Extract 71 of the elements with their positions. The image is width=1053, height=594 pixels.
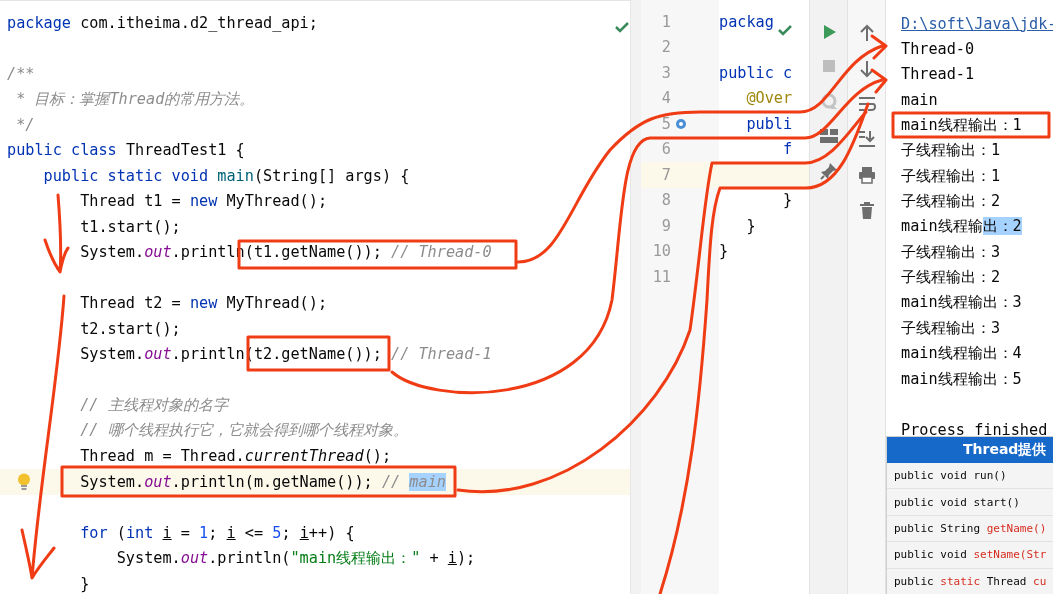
scrollbar[interactable] [630,0,641,594]
wrap-lines-icon[interactable] [857,96,876,112]
table-cell: public void run() [894,469,1007,483]
line-number: 8 [661,191,671,210]
code-line: System.out.println("main线程输出：" + i); [115,547,476,569]
checkmark-icon [614,21,630,33]
down-arrow-icon[interactable] [858,60,875,78]
scroll-to-end-icon[interactable] [857,130,876,148]
table-cell: public String getName() [894,521,1047,535]
code-line: } [719,242,729,261]
code-line: public c [719,63,793,82]
console-output-line: main线程输出：1 [901,114,1022,136]
console-output-line: 子线程输出：2 [901,190,1001,212]
code-line: t1.start(); [79,217,181,236]
code-line: packag [719,12,774,31]
console-output-line: D:\soft\Java\jdk- [901,14,1053,33]
code-line: f [782,140,793,159]
override-marker-icon[interactable] [675,117,687,130]
table-cell: public static Thread cu [894,574,1047,588]
table-title: Thread提供 [963,441,1047,459]
rerun-icon[interactable] [819,92,838,110]
code-line: /** [7,64,35,83]
line-number: 3 [661,63,671,82]
line-number: 11 [652,267,671,286]
code-line: System.out.println(m.getName()); // main [79,472,446,491]
line-number: 10 [652,242,671,261]
up-arrow-icon[interactable] [858,24,875,42]
line-number: 6 [661,140,671,159]
console-output-line: Process finished [901,420,1048,439]
console-output-line: Thread-0 [901,40,975,59]
code-line: * 目标：掌握Thread的常用方法。 [15,88,255,110]
code-line: } [782,191,793,210]
console-output-line: Thread-1 [901,65,975,84]
table-cell: public void setName(Str [894,548,1047,562]
code-line: } [745,216,756,235]
console-output-line: 子线程输出：1 [901,140,1001,162]
code-line: package com.itheima.d2_thread_api; [7,13,318,32]
code-line: // 哪个线程执行它，它就会得到哪个线程对象。 [79,420,408,442]
console-output-line: main线程输出：2 [901,216,1022,238]
code-line: Thread m = Thread.currentThread(); [79,447,392,466]
line-number: 4 [661,89,671,108]
code-line: Thread t1 = new MyThread(); [79,192,328,211]
code-line: Thread t2 = new MyThread(); [79,294,328,313]
console-output-line: main [901,90,938,109]
trash-icon[interactable] [858,202,875,220]
code-line: // 主线程对象的名字 [79,394,228,416]
print-icon[interactable] [857,166,876,184]
console-output-line: main线程输出：3 [901,292,1022,314]
pin-icon[interactable] [819,162,838,180]
code-line: publi [745,114,793,133]
console-output-line: main线程输出：4 [901,343,1022,365]
line-number: 5 [661,114,671,133]
console-output-line: main线程输出：5 [901,368,1022,390]
line-number: 1 [661,12,671,31]
line-number: 9 [661,216,671,235]
layout-icon[interactable] [818,128,839,144]
code-line: public class ThreadTest1 { [7,141,245,160]
console-output-line: 子线程输出：1 [901,165,1001,187]
console-output-line: 子线程输出：3 [901,317,1001,339]
code-line: for (int i = 1; i <= 5; i++) { [79,523,355,542]
table-cell: public void start() [894,495,1020,509]
code-line: } [79,574,90,593]
line-number: 2 [661,38,671,57]
console-output-line: 子线程输出：2 [901,267,1001,289]
code-line: t2.start(); [79,319,181,338]
line-number: 7 [661,165,671,184]
code-line: */ [15,115,35,134]
console-output-line: 子线程输出：3 [901,241,1001,263]
code-line: @Over [745,89,793,108]
code-line: public static void main(String[] args) { [42,166,410,185]
lightbulb-icon[interactable] [17,473,31,491]
